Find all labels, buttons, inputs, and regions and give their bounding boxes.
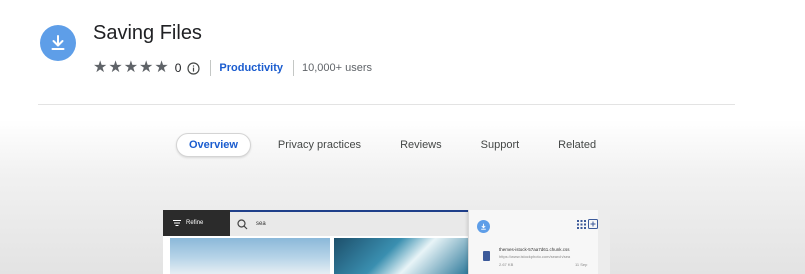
file-url: https://www.istockphoto.com/search/sea (499, 254, 571, 259)
header-divider (38, 104, 735, 105)
search-icon (237, 218, 248, 229)
file-name: themes-istock-57aa7d61.chunk.css (499, 247, 570, 252)
star-icon: ★ (123, 59, 139, 76)
tab-reviews[interactable]: Reviews (400, 133, 442, 157)
tab-support[interactable]: Support (481, 133, 520, 157)
filter-icon (173, 220, 181, 226)
preview-popup: themes-istock-57aa7d61.chunk.css https:/… (468, 210, 598, 274)
tab-bar: Overview Privacy practices Reviews Suppo… (176, 133, 596, 157)
tab-privacy-practices[interactable]: Privacy practices (278, 133, 361, 157)
star-icon: ★ (93, 59, 108, 76)
grid-icon (577, 220, 586, 229)
preview-search-bar: sea (230, 210, 468, 236)
extension-logo (40, 25, 76, 61)
info-icon[interactable] (187, 61, 201, 75)
divider (210, 60, 212, 76)
file-size: 2.67 KB (499, 262, 514, 267)
category-link[interactable]: Productivity (219, 62, 283, 74)
refine-button: Refine (163, 210, 230, 236)
screenshot-preview[interactable]: Refine sea themes-istock-57aa7d61.chunk.… (163, 210, 610, 274)
extension-title: Saving Files (93, 22, 202, 44)
rating-count: 0 (174, 61, 182, 75)
file-icon (483, 251, 490, 261)
refine-label: Refine (186, 220, 204, 226)
star-icon: ★ (154, 59, 169, 76)
preview-scrollbar (598, 210, 610, 274)
star-icon: ★ (108, 59, 123, 76)
rating-stars: ★ ★ ★ ★ ★ (93, 60, 169, 76)
tab-overview[interactable]: Overview (176, 133, 251, 157)
preview-search-text: sea (256, 221, 266, 227)
preview-image (170, 238, 330, 274)
download-icon (51, 35, 65, 50)
divider (292, 60, 294, 76)
extension-meta: ★ ★ ★ ★ ★ 0 Productivity 10,000+ users (93, 59, 372, 77)
extension-header: Saving Files ★ ★ ★ ★ ★ 0 Productivity 10… (0, 0, 805, 110)
tab-related[interactable]: Related (558, 133, 596, 157)
download-icon (477, 220, 490, 233)
user-count: 10,000+ users (301, 62, 373, 74)
file-date: 11 Sep (575, 262, 588, 267)
folder-icon (588, 219, 598, 229)
star-icon: ★ (139, 59, 154, 76)
preview-image (334, 238, 468, 274)
